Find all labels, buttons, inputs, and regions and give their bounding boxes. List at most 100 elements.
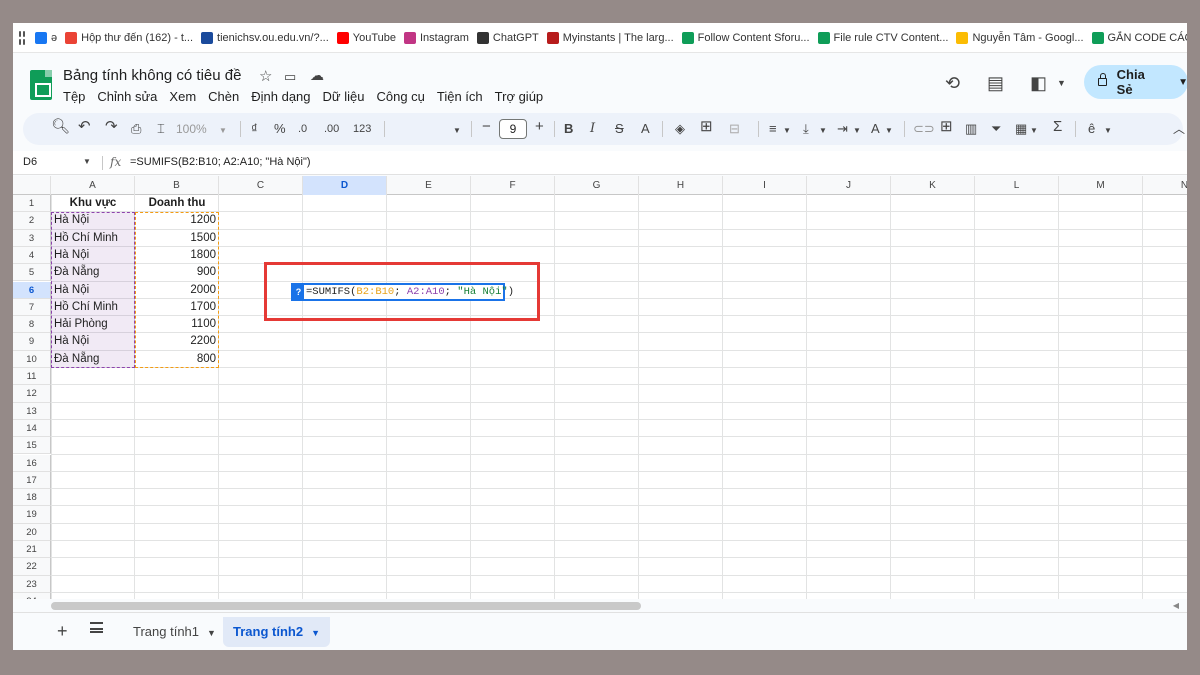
vertical-align-icon[interactable]: ⤓ [803, 120, 809, 138]
chevron-down-icon[interactable]: ▼ [783, 122, 791, 140]
table-cell[interactable]: Hồ Chí Minh [54, 230, 132, 247]
percent-format-button[interactable]: % [274, 120, 286, 138]
chevron-down-icon[interactable]: ▼ [83, 157, 91, 166]
horizontal-align-icon[interactable]: ≡ [769, 120, 777, 138]
undo-icon[interactable]: ↶ [78, 118, 91, 136]
merge-cells-icon[interactable]: ⊟ [729, 120, 740, 138]
fill-color-icon[interactable]: ◈ [675, 120, 685, 138]
borders-icon[interactable]: ⊞ [700, 118, 713, 136]
bold-icon[interactable]: B [564, 120, 573, 138]
table-cell[interactable]: Đà Nẵng [54, 351, 132, 368]
row-header[interactable]: 13 [13, 402, 51, 420]
row-header[interactable]: 6 [13, 281, 51, 299]
table-cell[interactable]: Đà Nẵng [54, 264, 132, 281]
add-sheet-button[interactable]: + [57, 621, 68, 642]
paint-format-icon[interactable]: ⌶ [157, 120, 165, 138]
bookmark-item[interactable]: ChatGPT [476, 31, 539, 44]
table-cell[interactable]: Hà Nội [54, 212, 132, 229]
formula-input[interactable]: =SUMIFS(B2:B10; A2:A10; "Hà Nội") [130, 156, 311, 168]
star-icon[interactable]: ☆ [259, 67, 272, 85]
menu-edit[interactable]: Chỉnh sửa [97, 89, 157, 104]
meet-camera-icon[interactable]: ◧ [1030, 73, 1047, 94]
column-header[interactable]: J [807, 176, 891, 195]
menu-help[interactable]: Trợ giúp [495, 89, 544, 104]
functions-icon[interactable]: Σ [1053, 118, 1062, 136]
chevron-down-icon[interactable]: ▼ [1030, 122, 1038, 140]
row-header[interactable]: 12 [13, 385, 51, 403]
row-header[interactable]: 4 [13, 246, 51, 265]
apps-grid-icon[interactable] [19, 30, 25, 45]
row-header[interactable]: 3 [13, 229, 51, 247]
row-header[interactable]: 15 [13, 437, 51, 455]
column-header[interactable]: F [471, 176, 555, 195]
row-header[interactable]: 17 [13, 471, 51, 490]
menu-format[interactable]: Định dạng [251, 89, 310, 104]
column-header[interactable]: A [51, 176, 135, 195]
chevron-down-icon[interactable]: ▼ [311, 628, 320, 638]
bookmark-item[interactable]: Myinstants | The larg... [546, 31, 674, 44]
sheet-tab-1[interactable]: Trang tính1 ▼ [123, 617, 226, 647]
filter-icon[interactable]: ⏷ [991, 120, 1001, 138]
decrease-font-size-button[interactable]: − [482, 118, 491, 136]
column-header[interactable]: C [219, 176, 303, 195]
table-cell[interactable]: 1100 [138, 316, 216, 333]
row-header[interactable]: 1 [13, 195, 51, 213]
sheet-tab-2[interactable]: Trang tính2 ▼ [223, 617, 330, 647]
menu-tools[interactable]: Công cụ [376, 89, 424, 104]
share-button[interactable]: Chia Sẻ ▼ [1084, 65, 1187, 99]
menu-file[interactable]: Tệp [63, 89, 85, 104]
name-box[interactable]: D6 [23, 156, 37, 168]
chevron-down-icon[interactable]: ▼ [1057, 78, 1066, 88]
document-title[interactable]: Bảng tính không có tiêu đề [63, 67, 241, 84]
bookmark-item[interactable]: Instagram [403, 31, 469, 44]
column-header[interactable]: I [723, 176, 807, 195]
font-size-input[interactable]: 9 [499, 119, 527, 139]
redo-icon[interactable]: ↷ [105, 118, 118, 136]
bookmark-item[interactable]: tienichsv.ou.edu.vn/?... [201, 31, 329, 44]
all-sheets-menu-icon[interactable] [90, 622, 103, 633]
row-header[interactable]: 7 [13, 298, 51, 317]
menu-data[interactable]: Dữ liệu [323, 89, 365, 104]
table-cell[interactable]: Hải Phòng [54, 316, 132, 333]
row-header[interactable]: 2 [13, 212, 51, 230]
insert-comment-icon[interactable]: ⊞ [940, 118, 953, 136]
comments-icon[interactable]: ▤ [987, 73, 1004, 94]
table-cell[interactable]: Hà Nội [54, 247, 132, 264]
text-wrapping-icon[interactable]: ⇥ [837, 120, 848, 138]
row-header[interactable]: 16 [13, 454, 51, 472]
row-header[interactable]: 8 [13, 316, 51, 334]
table-cell[interactable]: 2200 [138, 333, 216, 350]
column-header[interactable]: H [639, 176, 723, 195]
chevron-down-icon[interactable]: ▼ [885, 122, 893, 140]
version-history-icon[interactable]: ⟲ [945, 73, 960, 94]
row-header[interactable]: 22 [13, 558, 51, 576]
search-menus-icon[interactable]: 🔍︎ [51, 118, 70, 136]
bookmark-item[interactable]: Nguyễn Tâm - Googl... [956, 31, 1084, 44]
table-cell[interactable]: Hồ Chí Minh [54, 299, 132, 316]
italic-icon[interactable]: I [590, 120, 595, 138]
table-cell[interactable]: 1700 [138, 299, 216, 316]
bookmark-item[interactable]: File rule CTV Content... [817, 31, 948, 44]
column-header[interactable]: D [303, 176, 387, 195]
row-header[interactable]: 20 [13, 523, 51, 541]
text-color-icon[interactable]: A [641, 120, 650, 138]
spreadsheet-grid[interactable]: ABCDEFGHIJKLMN 1 2 3 4 5 6 7 8 9 10 11 12 13 14 15 16 17… [13, 176, 1187, 599]
strikethrough-icon[interactable]: S [615, 120, 624, 138]
chevron-down-icon[interactable]: ▼ [853, 122, 861, 140]
table-cell[interactable]: Khu vực [54, 195, 132, 212]
row-header[interactable]: 14 [13, 419, 51, 438]
currency-format-button[interactable]: ₫ [251, 120, 258, 138]
column-header[interactable]: M [1059, 176, 1143, 195]
filter-views-icon[interactable]: ▦ [1015, 120, 1027, 138]
input-tools-icon[interactable]: ê [1088, 120, 1095, 138]
text-rotation-icon[interactable]: A [871, 120, 880, 138]
chevron-down-icon[interactable]: ▼ [207, 628, 216, 638]
bookmark-item[interactable]: GẮN CODE CÁC BÀI... [1091, 31, 1187, 44]
insert-link-icon[interactable]: ⊂⊃ [913, 120, 935, 138]
bookmark-item[interactable]: YouTube [336, 31, 396, 44]
table-cell[interactable]: 800 [138, 351, 216, 368]
decrease-decimal-button[interactable]: .0 [298, 120, 307, 138]
row-header[interactable]: 9 [13, 333, 51, 351]
collapse-menus-icon[interactable]: ︿ [1173, 120, 1185, 138]
row-header[interactable]: 10 [13, 350, 51, 368]
